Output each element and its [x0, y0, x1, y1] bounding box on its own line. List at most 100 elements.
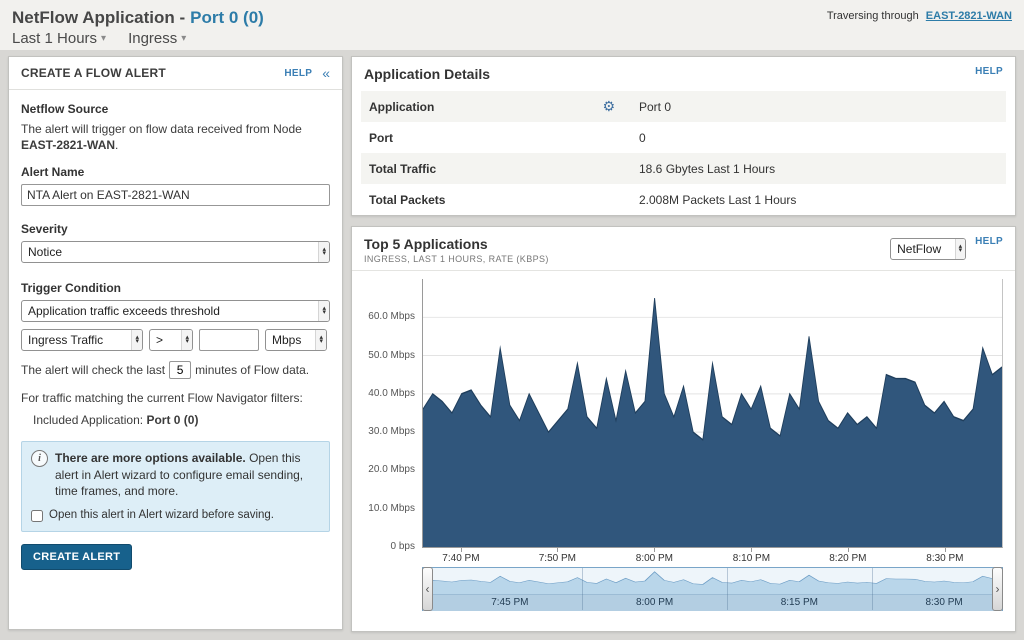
x-tick-mark [654, 548, 655, 552]
y-tick-label: 40.0 Mbps [368, 388, 415, 399]
x-tick-label: 8:10 PM [733, 553, 770, 564]
x-tick-label: 7:40 PM [442, 553, 479, 564]
severity-select[interactable]: Notice ▴▾ [21, 241, 330, 263]
x-tick-mark [945, 548, 946, 552]
flow-source-select[interactable]: NetFlow ▴▾ [890, 238, 966, 260]
brush-mini-chart-svg [423, 568, 1002, 594]
help-link[interactable]: HELP [284, 68, 312, 79]
table-row: Application ⚙ Port 0 [361, 91, 1006, 122]
open-in-wizard-checkbox[interactable] [31, 510, 43, 522]
table-row: Total Packets 2.008M Packets Last 1 Hours [361, 184, 1006, 215]
application-details-panel: Application Details HELP Application ⚙ Por… [351, 56, 1016, 216]
main-chart [422, 279, 1003, 548]
direction-dropdown[interactable]: Ingress ▾ [128, 30, 186, 47]
page-title: NetFlow Application - [12, 8, 185, 28]
traversing-info: Traversing through EAST-2821-WAN [827, 10, 1012, 22]
chevron-down-icon: ▾ [101, 33, 106, 44]
x-tick-mark [848, 548, 849, 552]
brush-tick-label: 7:45 PM [491, 597, 528, 608]
flow-filters-text: For traffic matching the current Flow Na… [21, 391, 330, 405]
x-tick-label: 8:30 PM [926, 553, 963, 564]
operator-select[interactable]: > ▴▾ [149, 329, 193, 351]
y-tick-label: 10.0 Mbps [368, 503, 415, 514]
severity-value: Notice [28, 245, 62, 259]
brush-divider [582, 568, 583, 610]
row-label: Total Packets [369, 193, 445, 207]
source-node-name: EAST-2821-WAN [21, 138, 115, 152]
gear-icon[interactable]: ⚙ [602, 98, 615, 115]
help-link[interactable]: HELP [975, 66, 1003, 77]
alert-name-heading: Alert Name [21, 165, 330, 179]
select-arrows-icon: ▴▾ [315, 330, 326, 350]
info-icon: i [31, 450, 48, 467]
metric-value: Ingress Traffic [28, 333, 103, 347]
collapse-panel-icon[interactable]: « [322, 66, 330, 80]
row-value: 0 [639, 131, 646, 145]
row-label: Port [369, 131, 393, 145]
metric-select[interactable]: Ingress Traffic ▴▾ [21, 329, 143, 351]
trigger-condition-heading: Trigger Condition [21, 281, 330, 295]
select-arrows-icon: ▴▾ [318, 242, 329, 262]
row-value: Port 0 [639, 100, 671, 114]
chart-title: Top 5 Applications [364, 236, 549, 252]
x-tick-label: 8:20 PM [829, 553, 866, 564]
chart-subtitle: INGRESS, LAST 1 HOURS, RATE (KBPS) [364, 254, 549, 264]
row-label: Application [369, 100, 434, 114]
traversing-label: Traversing through [827, 10, 919, 22]
select-arrows-icon: ▴▾ [955, 239, 966, 259]
flow-source-value: NetFlow [897, 242, 941, 256]
y-axis-labels: 0 bps10.0 Mbps20.0 Mbps30.0 Mbps40.0 Mbp… [364, 279, 422, 547]
details-table: Application ⚙ Port 0 Port 0 Total Traffic18.6… [361, 91, 1006, 215]
panel-title: CREATE A FLOW ALERT [21, 66, 166, 80]
brush-left-handle[interactable]: ‹ [422, 567, 433, 611]
open-in-wizard-label: Open this alert in Alert wizard before s… [49, 508, 274, 524]
check-interval-line: The alert will check the last minutes of… [21, 361, 330, 379]
y-tick-label: 60.0 Mbps [368, 311, 415, 322]
x-tick-mark [751, 548, 752, 552]
top-applications-panel: Top 5 Applications INGRESS, LAST 1 HOURS… [351, 226, 1016, 632]
page-title-entity-link[interactable]: Port 0 (0) [190, 8, 264, 28]
y-tick-label: 20.0 Mbps [368, 464, 415, 475]
alert-options-infobox: i There are more options available. Open… [21, 441, 330, 532]
y-tick-label: 30.0 Mbps [368, 426, 415, 437]
unit-select[interactable]: Mbps ▴▾ [265, 329, 327, 351]
check-minutes-input[interactable] [169, 361, 191, 379]
time-range-brush[interactable]: 7:45 PM8:00 PM8:15 PM8:30 PM ‹ › [422, 567, 1003, 611]
brush-divider [727, 568, 728, 610]
time-range-dropdown[interactable]: Last 1 Hours ▾ [12, 30, 106, 47]
netflow-source-heading: Netflow Source [21, 102, 330, 116]
help-link[interactable]: HELP [975, 236, 1003, 247]
chart-heading-block: Top 5 Applications INGRESS, LAST 1 HOURS… [364, 236, 549, 264]
y-tick-label: 0 bps [391, 541, 415, 552]
page: NetFlow Application - Port 0 (0) Last 1 … [0, 0, 1024, 640]
brush-right-handle[interactable]: › [992, 567, 1003, 611]
x-tick-mark [461, 548, 462, 552]
threshold-input[interactable] [199, 329, 259, 351]
x-axis: 7:40 PM7:50 PM8:00 PM8:10 PM8:20 PM8:30 … [422, 548, 1003, 567]
panel-title: Application Details [364, 66, 490, 82]
brush-tick-label: 8:00 PM [636, 597, 673, 608]
unit-value: Mbps [272, 333, 301, 347]
brush-labels: 7:45 PM8:00 PM8:15 PM8:30 PM [423, 594, 1002, 611]
select-arrows-icon: ▴▾ [318, 301, 329, 321]
infobox-bold-text: There are more options available. [55, 451, 246, 465]
trigger-condition-select[interactable]: Application traffic exceeds threshold ▴▾ [21, 300, 330, 322]
main-chart-svg [423, 279, 1002, 547]
severity-heading: Severity [21, 222, 330, 236]
table-row: Total Traffic18.6 Gbytes Last 1 Hours [361, 153, 1006, 184]
x-tick-mark [557, 548, 558, 552]
operator-value: > [156, 333, 163, 347]
direction-label: Ingress [128, 30, 177, 47]
y-tick-label: 50.0 Mbps [368, 350, 415, 361]
create-alert-button[interactable]: CREATE ALERT [21, 544, 132, 570]
traversing-node-link[interactable]: EAST-2821-WAN [926, 10, 1012, 22]
row-value: 2.008M Packets Last 1 Hours [639, 193, 796, 207]
brush-divider [872, 568, 873, 610]
netflow-source-text: The alert will trigger on flow data rece… [21, 121, 330, 153]
alert-name-input[interactable] [21, 184, 330, 206]
included-application-value: Port 0 (0) [146, 413, 198, 427]
select-arrows-icon: ▴▾ [131, 330, 142, 350]
x-tick-label: 8:00 PM [636, 553, 673, 564]
included-application-line: Included Application: Port 0 (0) [33, 413, 330, 427]
row-value: 18.6 Gbytes Last 1 Hours [639, 162, 775, 176]
